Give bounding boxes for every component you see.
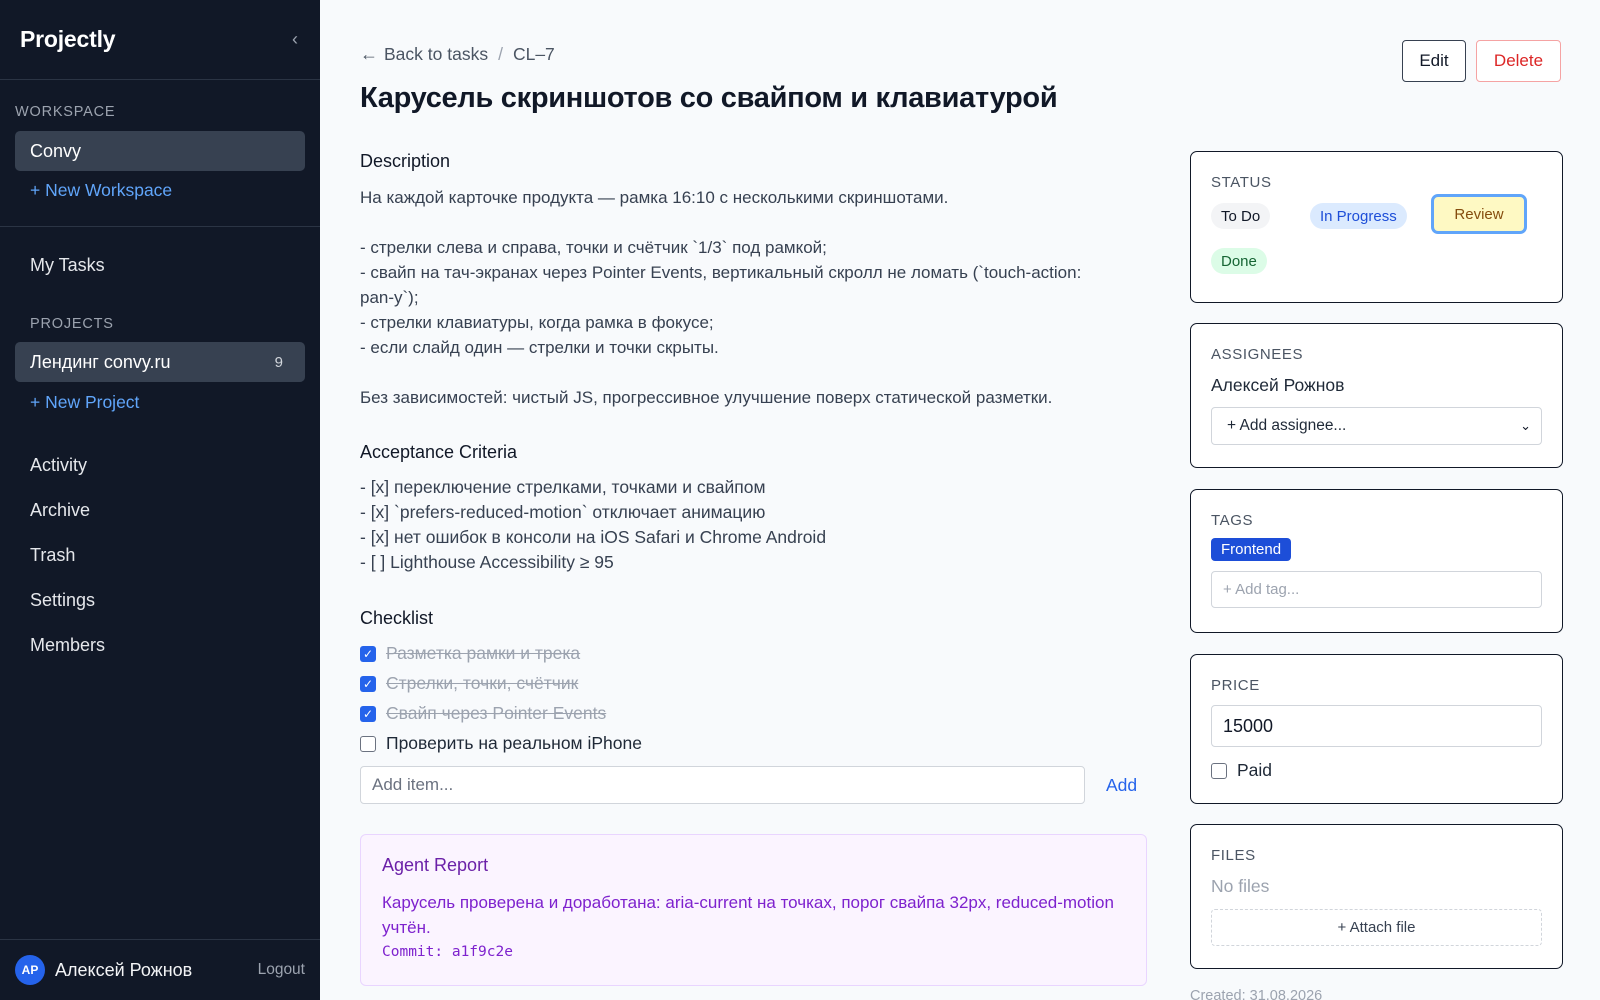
logout-link[interactable]: Logout (258, 961, 305, 979)
task-id: CL–7 (512, 44, 555, 64)
avatar: АР (15, 955, 45, 985)
agent-report: Agent Report Карусель проверена и дорабо… (360, 834, 1147, 986)
breadcrumb-separator: / (498, 44, 503, 64)
add-checklist-item-button[interactable]: Add (1106, 775, 1137, 796)
workspace-label: WORKSPACE (15, 104, 116, 120)
checklist-item[interactable]: ✓ Разметка рамки и трека (360, 643, 580, 664)
back-to-tasks-label: Back to tasks (384, 44, 489, 64)
project-task-count: 9 (274, 353, 283, 371)
checklist-item-label: Проверить на реальном iPhone (386, 733, 642, 753)
new-project-link[interactable]: + New Project (30, 392, 139, 413)
sidebar-header: Projectly ‹ (0, 0, 320, 80)
agent-report-body: Карусель проверена и доработана: aria-cu… (382, 893, 1114, 937)
checklist-item[interactable]: ✓ Свайп через Pointer Events (360, 703, 606, 724)
nav-members[interactable]: Members (30, 635, 105, 656)
breadcrumb: ← Back to tasks / CL–7 (360, 44, 555, 65)
nav-my-tasks[interactable]: My Tasks (30, 255, 105, 276)
checkbox-unchecked-icon[interactable] (1211, 762, 1227, 779)
status-option-in-progress[interactable]: In Progress (1310, 203, 1407, 229)
paid-toggle[interactable]: Paid (1211, 760, 1542, 781)
nav-settings[interactable]: Settings (30, 590, 95, 611)
nav-trash[interactable]: Trash (30, 545, 75, 566)
agent-report-title: Agent Report (382, 855, 489, 875)
checklist-item[interactable]: ✓ Стрелки, точки, счётчик (360, 673, 578, 694)
tags-label: TAGS (1211, 512, 1254, 529)
tag-badge[interactable]: Frontend (1211, 538, 1292, 561)
checkbox-checked-icon[interactable]: ✓ (360, 675, 376, 692)
checklist-heading: Checklist (360, 608, 434, 628)
page-title: Карусель скриншотов со свайпом и клавиат… (360, 82, 1058, 114)
projects-label: PROJECTS (30, 316, 114, 332)
assignee-name: Алексей Рожнов (1211, 375, 1345, 395)
nav-archive[interactable]: Archive (30, 500, 90, 521)
arrow-left-icon: ← (360, 44, 378, 64)
assignees-card: ASSIGNEES Алексей Рожнов + Add assignee.… (1190, 323, 1563, 468)
status-option-done[interactable]: Done (1211, 248, 1267, 274)
status-option-review[interactable]: Review (1431, 194, 1527, 234)
nav-activity[interactable]: Activity (30, 455, 87, 476)
checkbox-checked-icon[interactable]: ✓ (360, 705, 376, 722)
add-checklist-item-input[interactable] (360, 766, 1085, 804)
files-label: FILES (1211, 847, 1256, 864)
assignees-label: ASSIGNEES (1211, 346, 1304, 363)
user-name: Алексей Рожнов (55, 959, 193, 980)
checklist-item-label: Стрелки, точки, счётчик (386, 673, 579, 693)
files-card: FILES No files + Attach file (1190, 824, 1563, 969)
created-date: Created: 31.08.2026 (1190, 988, 1323, 1000)
delete-button[interactable]: Delete (1476, 40, 1561, 82)
checklist-item-label: Разметка рамки и трека (386, 643, 581, 663)
description-heading: Description (360, 151, 451, 171)
chevron-down-icon: ⌄ (1520, 418, 1531, 433)
new-workspace-link[interactable]: + New Workspace (30, 180, 172, 201)
checkbox-checked-icon[interactable]: ✓ (360, 645, 376, 662)
project-name: Лендинг convy.ru (30, 351, 171, 372)
user-bar: АР Алексей Рожнов Logout (0, 939, 320, 1000)
price-card: PRICE Paid (1190, 654, 1563, 804)
add-assignee-select[interactable]: + Add assignee... ⌄ (1211, 407, 1542, 445)
tags-card: TAGS Frontend (1190, 489, 1563, 633)
status-option-todo[interactable]: To Do (1211, 203, 1271, 229)
add-tag-input[interactable] (1211, 571, 1542, 608)
checkbox-unchecked-icon[interactable] (360, 735, 376, 752)
agent-report-commit: Commit: a1f9c2e (382, 944, 513, 960)
workspace-item-current[interactable]: Convy (15, 131, 305, 171)
checklist-item[interactable]: Проверить на реальном iPhone (360, 733, 642, 754)
description-text: На каждой карточке продукта — рамка 16:1… (360, 188, 1082, 407)
status-options: To Do In Progress Review Done (1211, 191, 1542, 291)
project-item-landing[interactable]: Лендинг convy.ru 9 (15, 342, 305, 382)
add-assignee-label: + Add assignee... (1227, 417, 1347, 434)
no-files-text: No files (1211, 876, 1270, 896)
criteria-text: - [x] переключение стрелками, точками и … (360, 477, 827, 572)
sidebar-divider (0, 226, 320, 227)
back-to-tasks-link[interactable]: ← Back to tasks (360, 44, 488, 65)
price-label: PRICE (1211, 677, 1260, 694)
brand-logo[interactable]: Projectly (20, 26, 116, 53)
checklist-item-label: Свайп через Pointer Events (386, 703, 607, 723)
criteria-heading: Acceptance Criteria (360, 442, 518, 462)
edit-button[interactable]: Edit (1402, 40, 1466, 82)
paid-label: Paid (1237, 760, 1273, 780)
collapse-sidebar-icon[interactable]: ‹ (292, 29, 298, 50)
sidebar: Projectly ‹ WORKSPACE Convy + New Worksp… (0, 0, 320, 1000)
status-card: STATUS To Do In Progress Review Done (1190, 151, 1563, 303)
status-label: STATUS (1211, 174, 1272, 191)
price-input[interactable] (1211, 705, 1542, 747)
attach-file-button[interactable]: + Attach file (1211, 909, 1542, 946)
